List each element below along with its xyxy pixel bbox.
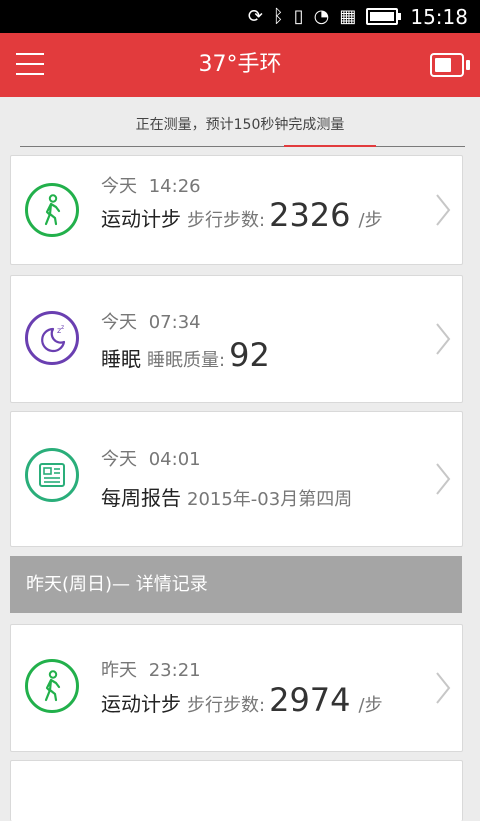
measure-divider [20, 146, 465, 147]
card-date: 今天 [101, 449, 137, 470]
weekly-report-card[interactable]: 今天 04:01 每周报告 2015年-03月第四周 [10, 411, 463, 547]
step-unit: /步 [358, 210, 383, 231]
card-label: 运动计步 [101, 207, 181, 231]
walking-icon [25, 183, 79, 237]
card-metric-label: 步行步数: [187, 695, 266, 716]
measure-status: 正在测量，预计150秒钟完成测量 [0, 97, 480, 147]
card-datetime: 今天 04:01 [101, 445, 201, 471]
step-count: 2974 [269, 681, 351, 719]
signal-icon: ▦ [339, 5, 357, 27]
card-summary: 睡眠 睡眠质量: 92 [101, 336, 270, 374]
measure-progress [284, 145, 376, 147]
chevron-right-icon [434, 461, 452, 501]
card-label: 睡眠 [101, 347, 141, 371]
card-summary: 运动计步 步行步数: 2326/步 [101, 196, 383, 234]
walking-icon [25, 659, 79, 713]
steps-card[interactable]: 昨天 23:21 运动计步 步行步数: 2974/步 [10, 624, 463, 752]
report-week: 2015年-03月第四周 [187, 489, 353, 510]
sleep-moon-icon: z z [25, 311, 79, 365]
card-time: 04:01 [148, 449, 201, 470]
app-title: 37°手环 [198, 52, 282, 77]
card-date: 今天 [101, 176, 137, 197]
section-header-yesterday: 昨天(周日)— 详情记录 [10, 556, 462, 613]
card-summary: 每周报告 2015年-03月第四周 [101, 482, 352, 511]
wifi-icon: ◔ [313, 5, 330, 27]
sync-icon: ⟳ [247, 5, 263, 27]
card-date: 今天 [101, 312, 137, 333]
card-metric-label: 步行步数: [187, 210, 266, 231]
chevron-right-icon [434, 192, 452, 232]
measure-status-text: 正在测量，预计150秒钟完成测量 [135, 117, 345, 133]
chevron-right-icon [434, 670, 452, 710]
steps-card[interactable]: 今天 14:26 运动计步 步行步数: 2326/步 [10, 155, 463, 265]
vibrate-icon: ▯ [293, 5, 304, 27]
chevron-right-icon [434, 321, 452, 361]
status-bar: ⟳ ᛒ ▯ ◔ ▦ 15:18 [0, 0, 480, 33]
device-battery-icon[interactable] [430, 53, 470, 77]
list-item-partial[interactable] [10, 760, 463, 821]
svg-text:z: z [61, 324, 64, 331]
card-date: 昨天 [101, 660, 137, 681]
card-label: 运动计步 [101, 692, 181, 716]
card-summary: 运动计步 步行步数: 2974/步 [101, 681, 383, 719]
card-datetime: 今天 07:34 [101, 308, 201, 334]
card-label: 每周报告 [101, 486, 181, 510]
report-icon [25, 448, 79, 502]
app-bar: 37°手环 [0, 33, 480, 97]
sleep-quality-score: 92 [229, 336, 270, 374]
step-unit: /步 [358, 695, 383, 716]
card-datetime: 昨天 23:21 [101, 656, 201, 682]
card-time: 23:21 [148, 660, 201, 681]
status-icons: ⟳ ᛒ ▯ ◔ ▦ 15:18 [248, 0, 468, 33]
step-count: 2326 [269, 196, 351, 234]
battery-icon [366, 8, 402, 25]
card-time: 14:26 [148, 176, 201, 197]
bluetooth-icon: ᛒ [272, 5, 284, 27]
card-metric-label: 睡眠质量: [147, 350, 226, 371]
sleep-card[interactable]: z z 今天 07:34 睡眠 睡眠质量: 92 [10, 275, 463, 403]
card-datetime: 今天 14:26 [101, 172, 201, 198]
status-time: 15:18 [410, 4, 468, 29]
card-time: 07:34 [148, 312, 201, 333]
